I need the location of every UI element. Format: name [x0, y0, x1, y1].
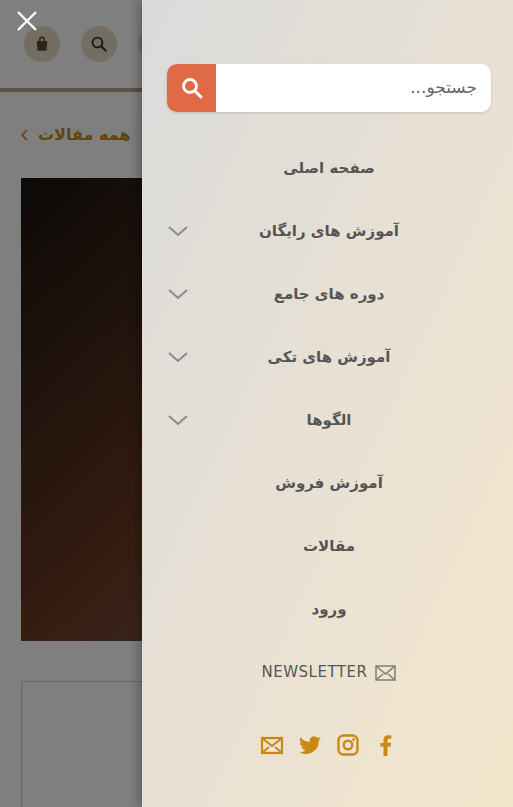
menu-label[interactable]: آموزش فروش [275, 472, 383, 495]
menu-item[interactable]: مقالات [167, 515, 491, 578]
instagram-icon [336, 733, 360, 757]
menu-item[interactable]: آموزش فروش [167, 452, 491, 515]
close-icon [16, 10, 38, 32]
social-link[interactable] [260, 733, 284, 757]
social-link[interactable] [298, 733, 322, 757]
search-icon [180, 76, 204, 100]
facebook-icon [374, 733, 398, 757]
social-link[interactable] [374, 733, 398, 757]
menu-item[interactable]: الگوها [167, 389, 491, 452]
menu-item[interactable]: ورود [167, 578, 491, 641]
menu-item[interactable]: آموزش های رایگان [167, 200, 491, 263]
chevron-down-icon[interactable] [167, 287, 189, 301]
screen: همه مقالات صفحه اصلیآموزش های رایگاندوره… [0, 0, 513, 807]
menu-list: صفحه اصلی آموزش های رایگان دوره های جامع آم… [167, 137, 491, 641]
social-link[interactable] [336, 733, 360, 757]
email-icon [260, 733, 284, 757]
menu-label[interactable]: دوره های جامع [274, 283, 385, 306]
menu-label[interactable]: الگوها [307, 409, 352, 432]
newsletter-label[interactable]: NEWSLETTER [262, 661, 368, 684]
search-bar [167, 64, 491, 112]
menu-label[interactable]: ورود [312, 598, 347, 621]
search-input[interactable] [216, 64, 491, 112]
twitter-icon [298, 733, 322, 757]
chevron-down-icon[interactable] [167, 413, 189, 427]
side-drawer: صفحه اصلی آموزش های رایگان دوره های جامع آم… [142, 0, 513, 807]
menu-label[interactable]: صفحه اصلی [283, 157, 374, 180]
close-button[interactable] [14, 8, 40, 34]
menu-item[interactable]: دوره های جامع [167, 263, 491, 326]
newsletter-link[interactable]: NEWSLETTER [167, 641, 491, 704]
search-submit[interactable] [167, 64, 216, 112]
social-links [167, 704, 491, 786]
envelope-icon [375, 665, 396, 681]
menu-item[interactable]: آموزش های تکی [167, 326, 491, 389]
chevron-down-icon[interactable] [167, 350, 189, 364]
menu-label[interactable]: آموزش های رایگان [259, 220, 399, 243]
chevron-down-icon[interactable] [167, 224, 189, 238]
menu-item[interactable]: صفحه اصلی [167, 137, 491, 200]
menu-label[interactable]: مقالات [303, 535, 355, 558]
menu-label[interactable]: آموزش های تکی [268, 346, 391, 369]
